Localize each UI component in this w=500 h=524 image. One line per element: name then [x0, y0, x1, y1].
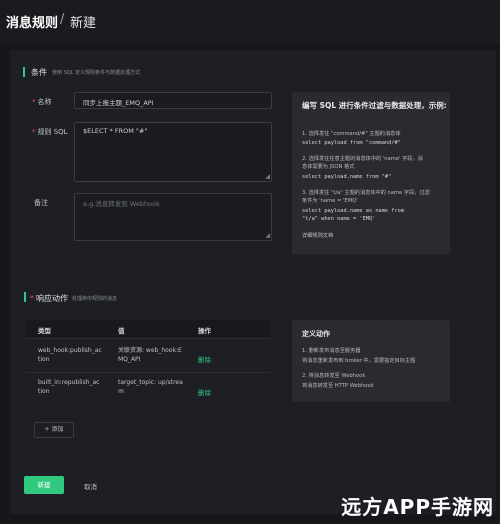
action-help-line: 1. 删新发布消息至服务器 [302, 348, 361, 354]
delete-action-button[interactable]: 删除 [198, 354, 211, 364]
name-field-value: 同步上报主题_EMQ_API [83, 99, 154, 107]
table-cell-value: 关联资源: web_hook:E MQ_API [118, 347, 182, 363]
breadcrumb-separator: / [60, 12, 65, 27]
resize-handle-icon[interactable]: ◢ [265, 233, 270, 239]
actions-table-header: 类型 值 操作 [26, 320, 270, 338]
remark-label: 备注 [34, 199, 48, 207]
actions-table: 类型 值 操作 web_hook:publish_ac tion 关联资源: we… [26, 320, 270, 406]
conditions-title: 条件 [31, 68, 47, 77]
actions-subtitle: 处理命中规则的消息 [72, 296, 118, 302]
row-divider [26, 338, 270, 339]
page-title: 消息规则 [6, 16, 59, 31]
sql-help-code: select payload from "command/#" [302, 140, 401, 146]
sql-help-code: "t/a" when name = 'EMQ' [302, 216, 376, 222]
col-op-header: 操作 [198, 327, 211, 335]
page-header: 消息规则 / 新建 [0, 0, 500, 44]
col-value-header: 值 [118, 327, 125, 335]
delete-action-button[interactable]: 删除 [198, 387, 211, 397]
conditions-subtitle: 使用 SQL 定义规则条件与数据处理方式 [52, 70, 141, 76]
action-help-line: 2. 将消息转发至 Webhook [302, 373, 366, 379]
row-divider [26, 372, 270, 373]
table-cell-type: built_in:republish_ac tion [38, 379, 100, 395]
action-help-line: 将消息重新发布到 broker 中，需要指定目标主题 [302, 358, 416, 364]
remark-field[interactable]: e.g.消息转发到 Webhook ◢ [74, 193, 272, 241]
action-help-line: 将消息转发至 HTTP Webhook [302, 383, 374, 389]
sql-help-code: select payload.name from "#" [302, 174, 392, 180]
sql-help-line: 3. 选择发往 "t/a" 主题的消息体中的 name 字段，过滤 [302, 190, 430, 196]
rule-docs-link[interactable]: 详细规则文档 [302, 232, 333, 239]
page-subtitle: 新建 [70, 16, 97, 31]
rule-sql-value: $ELECT * FROM "#" [83, 127, 148, 135]
actions-section-marker [24, 292, 26, 302]
sql-help-code: select payload.name as name from [302, 208, 405, 214]
col-type-header: 类型 [38, 327, 51, 335]
rule-sql-editor[interactable]: $ELECT * FROM "#" ◢ [74, 122, 272, 182]
watermark-text: 远方APP手游网 [341, 495, 494, 519]
create-button[interactable]: 新建 [24, 476, 64, 494]
action-help-title: 定义动作 [302, 330, 330, 338]
sql-help-line: 1. 选择发往 "command/#" 主题的消息体 [302, 131, 401, 137]
name-label: * 名称 [32, 98, 52, 106]
sql-help-line: 条件为 'name = 'EMQ' [302, 198, 358, 204]
action-help-card: 定义动作 1. 删新发布消息至服务器 将消息重新发布到 broker 中，需要指… [292, 320, 450, 402]
cancel-button[interactable]: 取消 [84, 481, 97, 491]
sql-help-line: 2. 选择发往任意主题的消息体中的 'name' 字段，消 [302, 156, 423, 162]
rule-sql-label: * 规则 SQL [32, 128, 68, 136]
table-cell-type: web_hook:publish_ac tion [38, 347, 102, 363]
sql-help-title: 编写 SQL 进行条件过滤与数据处理，示例: [302, 101, 447, 110]
remark-placeholder: e.g.消息转发到 Webhook [83, 200, 160, 208]
table-cell-value: target_topic: up/strea m [118, 379, 183, 395]
add-action-button[interactable]: + 添加 [34, 422, 74, 438]
sql-help-card: 编写 SQL 进行条件过滤与数据处理，示例: 1. 选择发往 "command/… [292, 92, 450, 254]
actions-title: * 响应动作 [30, 294, 68, 303]
name-field[interactable]: 同步上报主题_EMQ_API [74, 92, 272, 109]
conditions-section-marker [23, 67, 25, 77]
resize-handle-icon[interactable]: ◢ [265, 174, 270, 180]
sql-help-line: 息体需要为 JSON 格式 [302, 164, 355, 170]
